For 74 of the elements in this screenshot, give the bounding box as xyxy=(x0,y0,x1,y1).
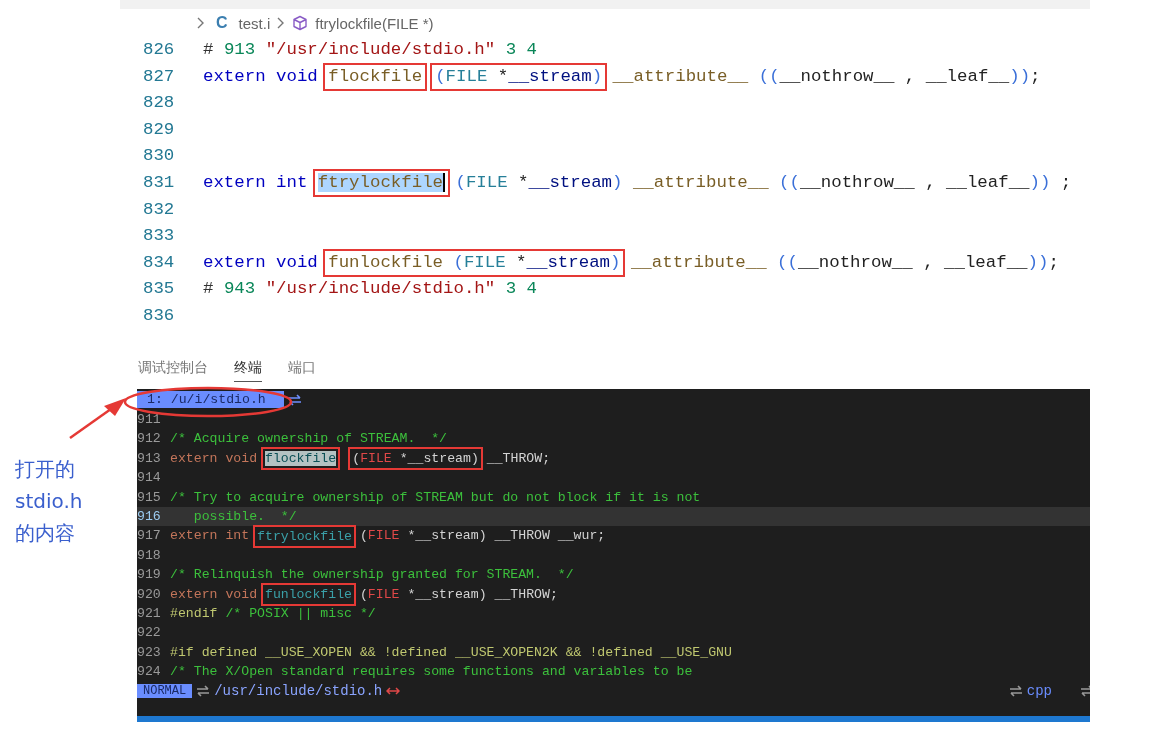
line-number: 827 xyxy=(142,65,176,88)
line-number: 912 xyxy=(137,430,162,449)
swap-icon xyxy=(196,685,211,698)
code-text: possible. */ xyxy=(192,507,297,526)
code-text: __attribute__ ((__nothrow__ , __leaf__)); xyxy=(611,65,1041,88)
code-text: extern void xyxy=(203,65,319,88)
breadcrumb-item[interactable]: test.i xyxy=(238,14,271,32)
code-text: /* The X/Open standard requires some functions and variables to be xyxy=(170,663,693,682)
line-number: 829 xyxy=(142,118,176,141)
annotation-box: funlockfile (FILE *__stream) xyxy=(323,249,626,278)
code-text: __THROW; xyxy=(485,449,551,468)
line-number: 923 xyxy=(137,643,162,662)
annotation-box: flockfile xyxy=(260,447,341,470)
line-number: 828 xyxy=(142,92,176,115)
annotation-box: (FILE *__stream) xyxy=(430,62,608,91)
double-arrow-icon xyxy=(386,686,401,697)
code-text: extern void xyxy=(170,585,259,604)
annotation-box: flockfile xyxy=(323,62,428,91)
line-number: 921 xyxy=(137,604,162,623)
chevron-icon xyxy=(277,17,286,29)
code-text: (FILE *__stream) __THROW __wur; xyxy=(358,527,606,546)
line-number: 915 xyxy=(137,488,162,507)
code-text: /* Try to acquire ownership of STREAM but do not block if it is not xyxy=(170,488,701,507)
line-number: 917 xyxy=(137,527,162,546)
line-number: 918 xyxy=(137,546,162,565)
line-number: 834 xyxy=(142,251,176,274)
swap-icon xyxy=(287,393,302,406)
file-type: cpp xyxy=(1026,683,1052,700)
file-path: /usr/include/stdio.h xyxy=(214,683,383,700)
file-type-icon: C xyxy=(216,14,228,32)
panel-tab[interactable]: 调试控制台 xyxy=(138,354,208,382)
code-text: # 943 "/usr/include/stdio.h" 3 4 xyxy=(203,278,537,301)
line-number: 832 xyxy=(142,198,176,221)
line-number: 831 xyxy=(142,171,176,194)
line-number: 916 xyxy=(137,507,162,526)
annotation-box: ftrylockfile xyxy=(253,524,357,548)
chevron-icon xyxy=(197,17,205,29)
annotation-box: ftrylockfile xyxy=(312,169,451,198)
code-text: /* Relinquish the ownership granted for STREAM. */ xyxy=(170,566,574,585)
code-text: #endif /* POSIX || misc */ xyxy=(170,604,376,623)
annotation-box: funlockfile xyxy=(260,582,357,606)
line-number: 914 xyxy=(137,469,162,488)
line-number: 922 xyxy=(137,624,162,643)
cube-icon xyxy=(292,15,309,31)
code-text: extern void xyxy=(170,449,259,468)
code-text: #if defined __USE_XOPEN && !defined __USE_XOPEN2K && !defined __USE_GNU xyxy=(170,643,732,662)
code-text: extern int xyxy=(170,527,251,546)
swap-icon xyxy=(1080,685,1090,698)
line-number: 833 xyxy=(142,225,176,248)
vim-tab[interactable]: 1: /u/i/stdio.h xyxy=(137,391,284,408)
line-number: 919 xyxy=(137,566,162,585)
line-number: 830 xyxy=(142,145,176,168)
annotation-text: 打开的 stdio.h 的内容 xyxy=(15,456,83,547)
code-text: (FILE *__stream) __attribute__ ((__nothrow__ , __leaf__)) ; xyxy=(454,171,1072,194)
code-text: extern int xyxy=(203,171,309,194)
breadcrumb-item[interactable]: ftrylockfile(FILE *) xyxy=(315,14,434,32)
line-number: 920 xyxy=(137,585,162,604)
line-number: 911 xyxy=(137,411,162,429)
line-number: 924 xyxy=(137,663,162,682)
mode-indicator: NORMAL xyxy=(137,684,193,699)
line-number: 913 xyxy=(137,449,162,468)
panel-tab[interactable]: 终端 xyxy=(234,354,262,382)
code-text: # 913 "/usr/include/stdio.h" 3 4 xyxy=(203,39,537,61)
code-text: __attribute__ ((__nothrow__ , __leaf__)); xyxy=(629,251,1059,274)
line-number: 836 xyxy=(142,304,176,327)
code-text: extern void xyxy=(203,251,319,274)
line-number: 835 xyxy=(142,278,176,301)
code-text: (FILE *__stream) __THROW; xyxy=(358,585,558,604)
line-number: 826 xyxy=(142,39,176,61)
annotation-arrow xyxy=(69,398,126,440)
code-text: /* Acquire ownership of STREAM. */ xyxy=(170,430,447,449)
annotation-box: (FILE *__stream) xyxy=(348,447,483,470)
panel-tab[interactable]: 端口 xyxy=(288,354,316,382)
swap-icon xyxy=(1008,685,1023,698)
